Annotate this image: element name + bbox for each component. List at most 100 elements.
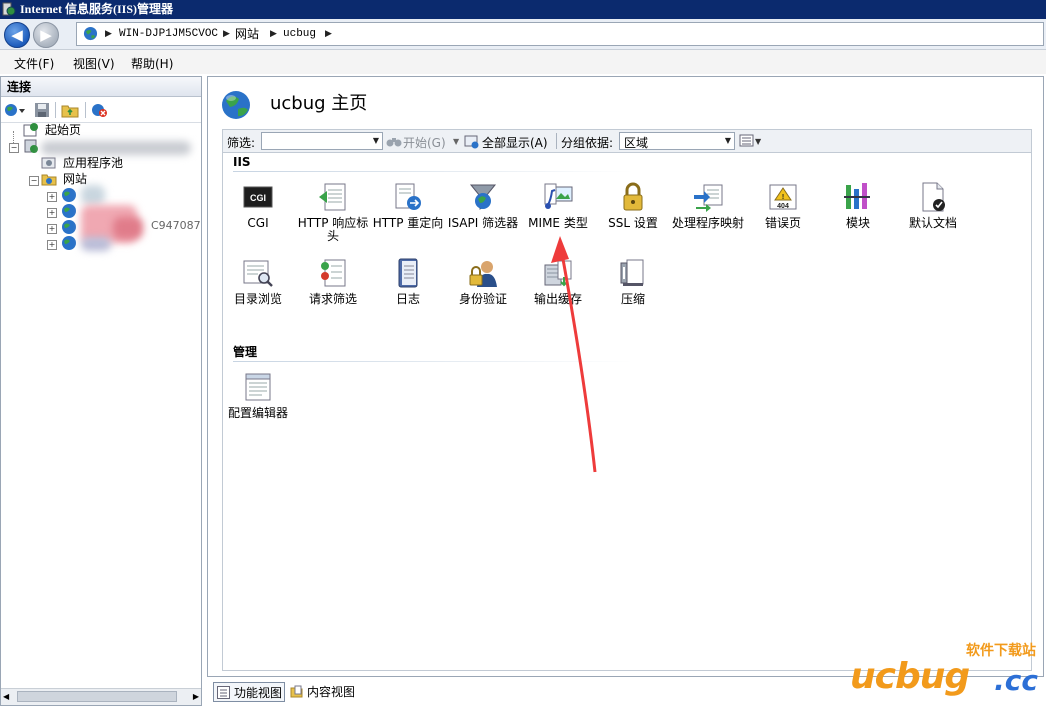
navigation-bar: ◀ ▶ ▶ WIN-DJP1JM5CVOC ▶ 网站 ▶ ucbug ▶	[0, 19, 1046, 50]
svg-text:404: 404	[777, 203, 789, 210]
feature-http-response-headers[interactable]: HTTP 响应标头	[296, 181, 370, 243]
globe-icon	[83, 26, 98, 41]
watermark: 软件下载站 ucbug .cc	[850, 640, 1040, 700]
blurred-site-name	[81, 237, 111, 251]
save-icon[interactable]	[34, 102, 50, 118]
mime-types-icon	[544, 183, 573, 209]
scroll-thumb[interactable]	[17, 691, 177, 702]
window-title: Internet 信息服务(IIS)管理器	[20, 2, 173, 16]
breadcrumb-separator: ▶	[325, 29, 332, 39]
scroll-left-icon[interactable]: ◀	[3, 692, 9, 701]
go-button[interactable]: 开始(G)	[403, 134, 446, 151]
chevron-down-icon[interactable]: ▼	[722, 133, 734, 149]
compression-icon	[620, 259, 644, 286]
feature-handler-mappings[interactable]: 处理程序映射	[671, 181, 745, 230]
breadcrumb-separator: ▶	[223, 29, 230, 39]
feature-logging[interactable]: 日志	[371, 257, 445, 306]
feature-configuration-editor[interactable]: 配置编辑器	[221, 371, 295, 420]
handler-mappings-icon	[694, 184, 723, 212]
request-filtering-icon	[321, 259, 346, 287]
site-globe-icon	[62, 236, 76, 250]
filter-input[interactable]: ▼	[261, 132, 383, 150]
breadcrumb-sites[interactable]: 网站	[235, 23, 259, 45]
breadcrumb-separator: ▶	[105, 29, 112, 39]
feature-authentication[interactable]: 身份验证	[446, 257, 520, 306]
feature-compression[interactable]: 压缩	[596, 257, 670, 306]
error-pages-icon: ! 404	[769, 184, 797, 210]
horizontal-scrollbar[interactable]: ◀ ▶	[1, 688, 201, 705]
forward-button[interactable]: ▶	[33, 22, 59, 48]
feature-isapi-filters[interactable]: ISAPI 筛选器	[446, 181, 520, 230]
tab-content-view[interactable]: 内容视图	[287, 682, 367, 702]
view-mode-icon[interactable]	[739, 134, 755, 148]
iis-app-icon	[2, 2, 16, 16]
address-bar[interactable]: ▶ WIN-DJP1JM5CVOC ▶ 网站 ▶ ucbug ▶	[76, 22, 1044, 46]
show-all-icon	[464, 135, 479, 149]
chevron-down-icon[interactable]: ▼	[370, 133, 382, 149]
svg-text:CGI: CGI	[250, 193, 266, 203]
section-title-management: 管理	[233, 345, 258, 359]
site-globe-icon	[62, 188, 76, 202]
feature-directory-browsing[interactable]: 目录浏览	[221, 257, 295, 306]
logging-icon	[398, 258, 418, 288]
blurred-site-name	[113, 217, 143, 239]
arrow-right-icon: ▶	[40, 26, 52, 44]
watermark-tld: .cc	[994, 664, 1038, 697]
directory-browsing-icon	[243, 260, 273, 287]
expand-toggle[interactable]: +	[47, 240, 57, 250]
section-divider	[233, 171, 633, 172]
svg-text:!: !	[782, 194, 784, 201]
feature-ssl-settings[interactable]: SSL 设置	[596, 181, 670, 230]
show-all-button[interactable]: 全部显示(A)	[482, 134, 548, 151]
chevron-down-icon[interactable]: ▼	[453, 137, 459, 146]
feature-modules[interactable]: 模块	[821, 181, 895, 230]
feature-default-document[interactable]: 默认文档	[896, 181, 970, 230]
isapi-filters-icon	[469, 184, 497, 210]
features-content: IIS CGI CGI HTTP 响应标头 HTTP 重定向 ISAPI 筛选器…	[222, 153, 1032, 671]
watermark-brand: ucbug	[850, 656, 970, 697]
chevron-down-icon[interactable]: ▼	[755, 137, 761, 146]
scroll-right-icon[interactable]: ▶	[193, 692, 199, 701]
sites-folder-icon	[41, 174, 57, 186]
tree-label: 起始页	[45, 123, 82, 137]
section-divider	[233, 361, 633, 362]
feature-cgi[interactable]: CGI CGI	[221, 181, 295, 230]
collapse-toggle[interactable]: −	[29, 176, 39, 186]
tab-features-view[interactable]: 功能视图	[213, 682, 285, 702]
collapse-toggle[interactable]: −	[9, 143, 19, 153]
connect-icon[interactable]	[4, 102, 26, 118]
feature-output-caching[interactable]: 输出缓存	[521, 257, 595, 306]
features-panel: ucbug 主页 筛选: ▼ 开始(G) ▼ 全部显示(A) 分组依据: 区域 …	[207, 76, 1044, 677]
expand-toggle[interactable]: +	[47, 224, 57, 234]
feature-request-filtering[interactable]: 请求筛选	[296, 257, 370, 306]
breadcrumb-server[interactable]: WIN-DJP1JM5CVOC	[119, 23, 218, 45]
breadcrumb-site[interactable]: ucbug	[283, 23, 316, 45]
site-globe-large-icon	[222, 91, 250, 119]
feature-mime-types[interactable]: MIME 类型	[521, 181, 595, 230]
disconnect-icon[interactable]	[91, 102, 109, 118]
arrow-left-icon: ◀	[11, 26, 23, 44]
http-redirect-icon	[395, 183, 421, 210]
up-folder-icon[interactable]	[61, 102, 79, 118]
group-by-label: 分组依据:	[561, 136, 614, 150]
menu-view[interactable]: 视图(V)	[73, 55, 115, 72]
site-globe-icon	[62, 220, 76, 234]
expand-toggle[interactable]: +	[47, 192, 57, 202]
site-globe-icon	[62, 204, 76, 218]
feature-error-pages[interactable]: ! 404 错误页	[746, 181, 820, 230]
default-document-icon	[922, 182, 945, 212]
modules-icon	[844, 183, 870, 209]
connections-toolbar	[1, 98, 201, 123]
title-bar: Internet 信息服务(IIS)管理器	[0, 0, 1046, 19]
blurred-server-name	[41, 141, 191, 155]
menu-file[interactable]: 文件(F)	[14, 55, 54, 72]
feature-http-redirect[interactable]: HTTP 重定向	[371, 181, 445, 230]
back-button[interactable]: ◀	[4, 22, 30, 48]
menu-bar: 文件(F) 视图(V) 帮助(H)	[0, 50, 1046, 74]
connections-title: 连接	[1, 77, 201, 97]
menu-help[interactable]: 帮助(H)	[131, 55, 173, 72]
watermark-tagline: 软件下载站	[966, 643, 1036, 659]
expand-toggle[interactable]: +	[47, 208, 57, 218]
output-caching-icon	[544, 260, 572, 287]
group-by-select[interactable]: 区域 ▼	[619, 132, 735, 150]
